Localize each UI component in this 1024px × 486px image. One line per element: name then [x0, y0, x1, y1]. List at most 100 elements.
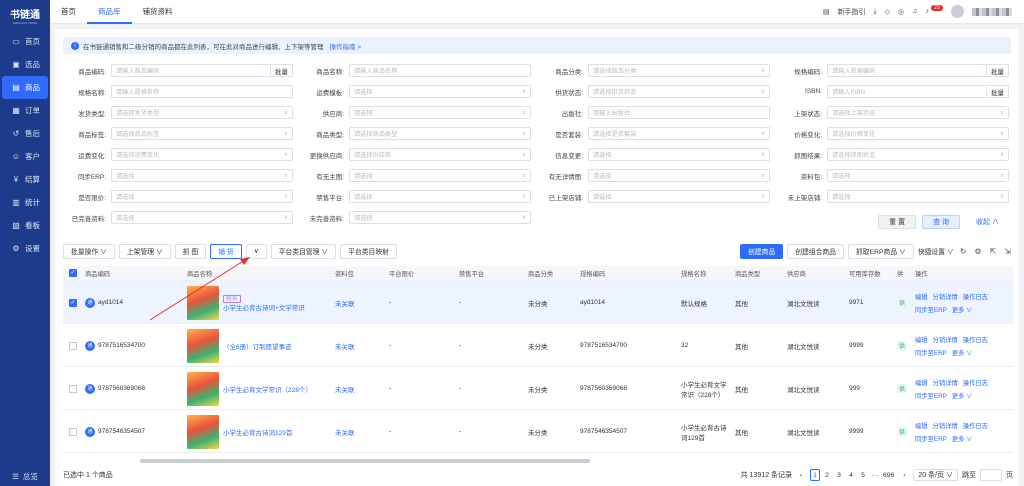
- product-name-link[interactable]: 小学生必背古诗词129首: [223, 430, 292, 437]
- fetch-erp-button[interactable]: 抓取ERP商品 ∨: [847, 243, 914, 259]
- batch-input-button[interactable]: 批量: [987, 64, 1009, 77]
- distribution-detail-link[interactable]: 分销详情: [933, 378, 958, 387]
- query-button[interactable]: 查 询: [922, 215, 961, 229]
- notification-icon[interactable]: ♫: [912, 8, 917, 15]
- bell-icon[interactable]: ♪: [925, 8, 929, 15]
- product-thumbnail[interactable]: [187, 414, 219, 449]
- filter-input[interactable]: 请输入商品编码: [111, 64, 271, 77]
- horizontal-scrollbar[interactable]: [140, 459, 590, 463]
- product-name-link[interactable]: （全6册）订制愿望事迹: [223, 344, 292, 351]
- filter-select[interactable]: 请选择发货类型 ∨: [111, 106, 293, 119]
- distribution-detail-link[interactable]: 分销详情: [933, 292, 958, 301]
- distribution-detail-link[interactable]: 分销详情: [933, 421, 958, 430]
- filter-input[interactable]: 请输入ISBN: [827, 85, 987, 98]
- sync-erp-link[interactable]: 同步至ERP: [915, 305, 947, 314]
- tab-distribution-materials[interactable]: 铺货资料: [132, 0, 184, 24]
- filter-select[interactable]: 请选择 ∨: [111, 190, 293, 203]
- page-number[interactable]: 3: [834, 469, 844, 481]
- sidebar-bottom-overview[interactable]: ☰ 总览: [0, 471, 50, 482]
- cell-pkg[interactable]: 未关联: [335, 367, 355, 410]
- filter-select[interactable]: 请选择 ∨: [827, 190, 1009, 203]
- headset-icon[interactable]: ◎: [898, 8, 904, 16]
- filter-input[interactable]: 请输入规格名称: [111, 85, 293, 98]
- cell-pkg[interactable]: 未关联: [335, 324, 355, 367]
- batch-operation-button[interactable]: 批量操作 ∨: [63, 243, 115, 259]
- filter-select[interactable]: 请选择运费变化 ∨: [111, 148, 293, 161]
- edit-link[interactable]: 编辑: [915, 292, 928, 301]
- reset-button[interactable]: 重 置: [878, 215, 917, 229]
- filter-select[interactable]: 请选择 ∨: [349, 211, 531, 224]
- filter-select[interactable]: 请选择是否套装 ∨: [588, 127, 770, 140]
- product-thumbnail[interactable]: [187, 371, 219, 406]
- filter-select[interactable]: 请选择供应商 ∨: [349, 148, 531, 161]
- page-number[interactable]: 4: [846, 469, 856, 481]
- filter-select[interactable]: 请选择 ∨: [111, 211, 293, 224]
- filter-input[interactable]: 请输入规格编码: [827, 64, 987, 77]
- username-redacted[interactable]: [972, 7, 1012, 16]
- table-row[interactable]: 通 9787516534700 （全6册）订制愿望事迹 未关联 - - 未分类 9787516…: [63, 324, 1013, 367]
- refresh-icon[interactable]: ↻: [958, 247, 969, 256]
- filter-select[interactable]: 请选择 ∨: [588, 169, 770, 182]
- filter-select[interactable]: 请选择 ∨: [588, 190, 770, 203]
- page-number[interactable]: 2: [822, 469, 832, 481]
- distribution-detail-link[interactable]: 分销详情: [933, 335, 958, 344]
- batch-input-button[interactable]: 批量: [271, 64, 293, 77]
- row-checkbox[interactable]: [69, 367, 77, 410]
- sync-erp-link[interactable]: 同步至ERP: [915, 434, 947, 443]
- more-dropdown[interactable]: 更多 ∨: [952, 434, 973, 443]
- sidebar-item-settle[interactable]: ¥ 结算: [0, 168, 50, 191]
- gear-icon[interactable]: ⚙: [972, 247, 983, 256]
- sidebar-item-board[interactable]: ▧ 看板: [0, 214, 50, 237]
- sidebar-item-desktop[interactable]: ▭ 首页: [0, 30, 50, 53]
- download-icon[interactable]: ⤓: [874, 8, 877, 16]
- filter-select[interactable]: 请选择 ∨: [349, 190, 531, 203]
- sidebar-item-select[interactable]: ▣ 选品: [0, 53, 50, 76]
- row-checkbox[interactable]: ✓: [69, 281, 77, 324]
- filter-input[interactable]: 请输入出版社: [588, 106, 770, 119]
- import-icon[interactable]: ⇲: [1002, 247, 1013, 256]
- page-number[interactable]: 5: [858, 469, 868, 481]
- filter-input[interactable]: 请输入商品名称: [349, 64, 531, 77]
- table-row[interactable]: 通 9787560369068 小学生必背文学常识（228个） 未关联 - - 未分类 978…: [63, 367, 1013, 410]
- platform-category-button[interactable]: 平台类目管理 ∨: [270, 243, 337, 259]
- avatar[interactable]: [951, 5, 964, 18]
- app-logo[interactable]: 书链通 SHULIAN TONG: [0, 0, 50, 30]
- distribute-dropdown-button[interactable]: ∨: [245, 243, 267, 259]
- edit-link[interactable]: 编辑: [915, 378, 928, 387]
- sidebar-item-product[interactable]: ▤ 商品: [2, 76, 48, 99]
- product-thumbnail[interactable]: [187, 328, 219, 363]
- guide-link[interactable]: 新手指引: [838, 7, 866, 17]
- sidebar-item-customer[interactable]: ☺ 客户: [0, 145, 50, 168]
- filter-select[interactable]: 请选择 ∨: [827, 169, 1009, 182]
- quick-settings-button[interactable]: 快捷设置 ∨: [918, 246, 954, 256]
- tab-product-library[interactable]: 商品库: [87, 0, 132, 24]
- product-thumbnail[interactable]: [187, 285, 219, 320]
- page-size-select[interactable]: 20 条/页 ∨: [913, 469, 958, 481]
- create-combo-button[interactable]: 创建组合商品: [787, 243, 844, 259]
- grab-image-button[interactable]: 抓 图: [174, 243, 207, 259]
- operation-log-link[interactable]: 操作日志: [963, 421, 988, 430]
- filter-select[interactable]: 请选择 ∨: [588, 148, 770, 161]
- row-checkbox[interactable]: [69, 410, 77, 453]
- row-checkbox[interactable]: [69, 324, 77, 367]
- operation-log-link[interactable]: 操作日志: [963, 335, 988, 344]
- page-number[interactable]: 696: [882, 469, 895, 481]
- pkg-value[interactable]: 未关联: [335, 298, 355, 308]
- select-all-checkbox[interactable]: ✓: [69, 269, 77, 277]
- sync-erp-link[interactable]: 同步至ERP: [915, 348, 947, 357]
- gift-icon[interactable]: ◇: [885, 8, 890, 16]
- filter-select[interactable]: 请选择商品标签 ∨: [111, 127, 293, 140]
- goto-page-input[interactable]: [980, 469, 1002, 481]
- sidebar-item-settings[interactable]: ⚙ 设置: [0, 237, 50, 260]
- collapse-button[interactable]: 收起 ∧: [966, 215, 1009, 229]
- create-product-button[interactable]: 创建商品: [740, 243, 784, 259]
- cell-pkg[interactable]: 未关联: [335, 281, 355, 324]
- filter-select[interactable]: 请选择供货状态 ∨: [588, 85, 770, 98]
- shelf-management-button[interactable]: 上架管理 ∨: [118, 243, 171, 259]
- filter-select[interactable]: 请选择 ∨: [349, 85, 531, 98]
- sidebar-item-order[interactable]: ▦ 订单: [0, 99, 50, 122]
- sidebar-item-aftersale[interactable]: ↺ 售后: [0, 122, 50, 145]
- cell-pkg[interactable]: 未关联: [335, 410, 355, 453]
- distribute-button[interactable]: 铺 货: [210, 243, 242, 259]
- pkg-value[interactable]: 未关联: [335, 384, 355, 394]
